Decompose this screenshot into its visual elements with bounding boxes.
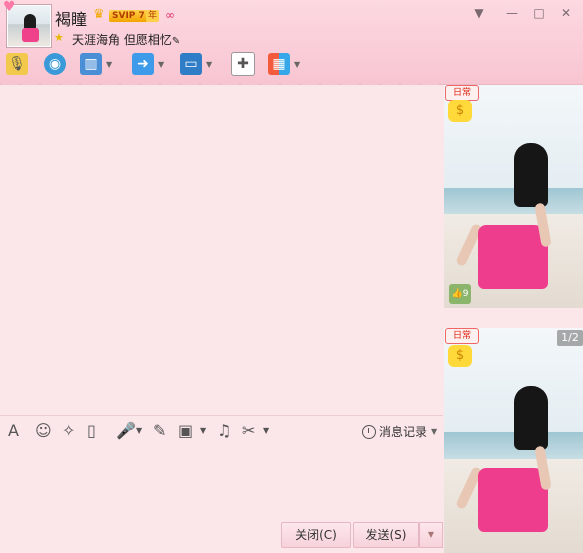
- minimize-icon[interactable]: —: [502, 6, 522, 20]
- message-history-area[interactable]: [0, 85, 443, 415]
- close-button[interactable]: 关闭(C): [281, 522, 351, 548]
- chevron-down-icon[interactable]: ▼: [106, 60, 112, 69]
- send-options-dropdown[interactable]: ▼: [419, 522, 443, 548]
- monitor-chart-icon: ▥: [80, 53, 102, 75]
- day-badge[interactable]: 日常: [445, 85, 479, 101]
- crown-icon: ♛: [93, 7, 105, 22]
- font-icon[interactable]: A: [8, 422, 19, 440]
- chevron-down-icon[interactable]: ▼: [431, 427, 437, 436]
- apps-button[interactable]: ▦ ▼: [268, 52, 300, 76]
- share-screen-button[interactable]: ▭ ▼: [180, 52, 212, 76]
- contact-name[interactable]: 褐瞳: [55, 6, 87, 30]
- contact-signature: 天涯海角 但愿相忆✎: [72, 33, 181, 47]
- dropdown-arrow-icon[interactable]: ▼: [469, 6, 489, 20]
- file-transfer-button[interactable]: ➜ ▼: [132, 52, 164, 76]
- create-discussion-button[interactable]: ✚: [231, 52, 255, 76]
- microphone-icon: 🎙: [6, 53, 28, 75]
- voice-call-button[interactable]: 🎙: [6, 52, 28, 76]
- gold-badge-icon[interactable]: $: [448, 345, 472, 367]
- contact-avatar[interactable]: ♥: [3, 0, 52, 48]
- glasses-icon[interactable]: ∞: [165, 8, 185, 22]
- message-input[interactable]: [0, 444, 443, 521]
- pen-icon: ✎: [171, 36, 181, 47]
- day-badge[interactable]: 日常: [445, 328, 479, 344]
- close-icon[interactable]: ✕: [556, 6, 576, 20]
- screenshot-icon[interactable]: ✂: [242, 422, 255, 440]
- level-badge[interactable]: 👍9: [449, 284, 471, 304]
- clock-icon: [362, 424, 376, 439]
- sticky-note-icon[interactable]: ✎: [153, 422, 166, 440]
- year-badge[interactable]: 年: [146, 10, 160, 22]
- video-call-button[interactable]: ◉: [44, 52, 66, 76]
- screen-shake-icon[interactable]: ▯: [87, 422, 96, 440]
- chevron-down-icon[interactable]: ▼: [294, 60, 300, 69]
- send-button[interactable]: 发送(S): [353, 522, 419, 548]
- chevron-down-icon[interactable]: ▼: [206, 60, 212, 69]
- heart-icon: ♥: [3, 0, 16, 15]
- chevron-down-icon[interactable]: ▼: [263, 422, 269, 440]
- svip-badge[interactable]: SVIP 7: [109, 10, 148, 22]
- magic-icon[interactable]: ✧: [62, 422, 75, 440]
- photo-pager[interactable]: 1/2: [557, 330, 583, 346]
- file-arrow-icon: ➜: [132, 53, 154, 75]
- star-icon: ★: [54, 31, 64, 44]
- voice-message-icon[interactable]: 🎤: [116, 422, 136, 440]
- message-history-button[interactable]: 消息记录 ▼: [362, 423, 437, 440]
- history-label: 消息记录: [379, 425, 428, 439]
- chevron-down-icon[interactable]: ▼: [136, 422, 142, 440]
- emoji-icon[interactable]: ☺: [35, 422, 52, 440]
- remote-desktop-button[interactable]: ▥ ▼: [80, 52, 112, 76]
- music-icon[interactable]: ♫: [217, 422, 231, 440]
- screen-share-icon: ▭: [180, 53, 202, 75]
- image-icon[interactable]: ▣: [178, 422, 193, 440]
- chevron-down-icon[interactable]: ▼: [158, 60, 164, 69]
- webcam-icon: ◉: [44, 53, 66, 75]
- apps-grid-icon: ▦: [268, 53, 290, 75]
- gold-badge-icon[interactable]: $: [448, 100, 472, 122]
- maximize-icon[interactable]: □: [529, 6, 549, 20]
- chevron-down-icon[interactable]: ▼: [200, 422, 206, 440]
- chat-add-icon: ✚: [231, 52, 255, 76]
